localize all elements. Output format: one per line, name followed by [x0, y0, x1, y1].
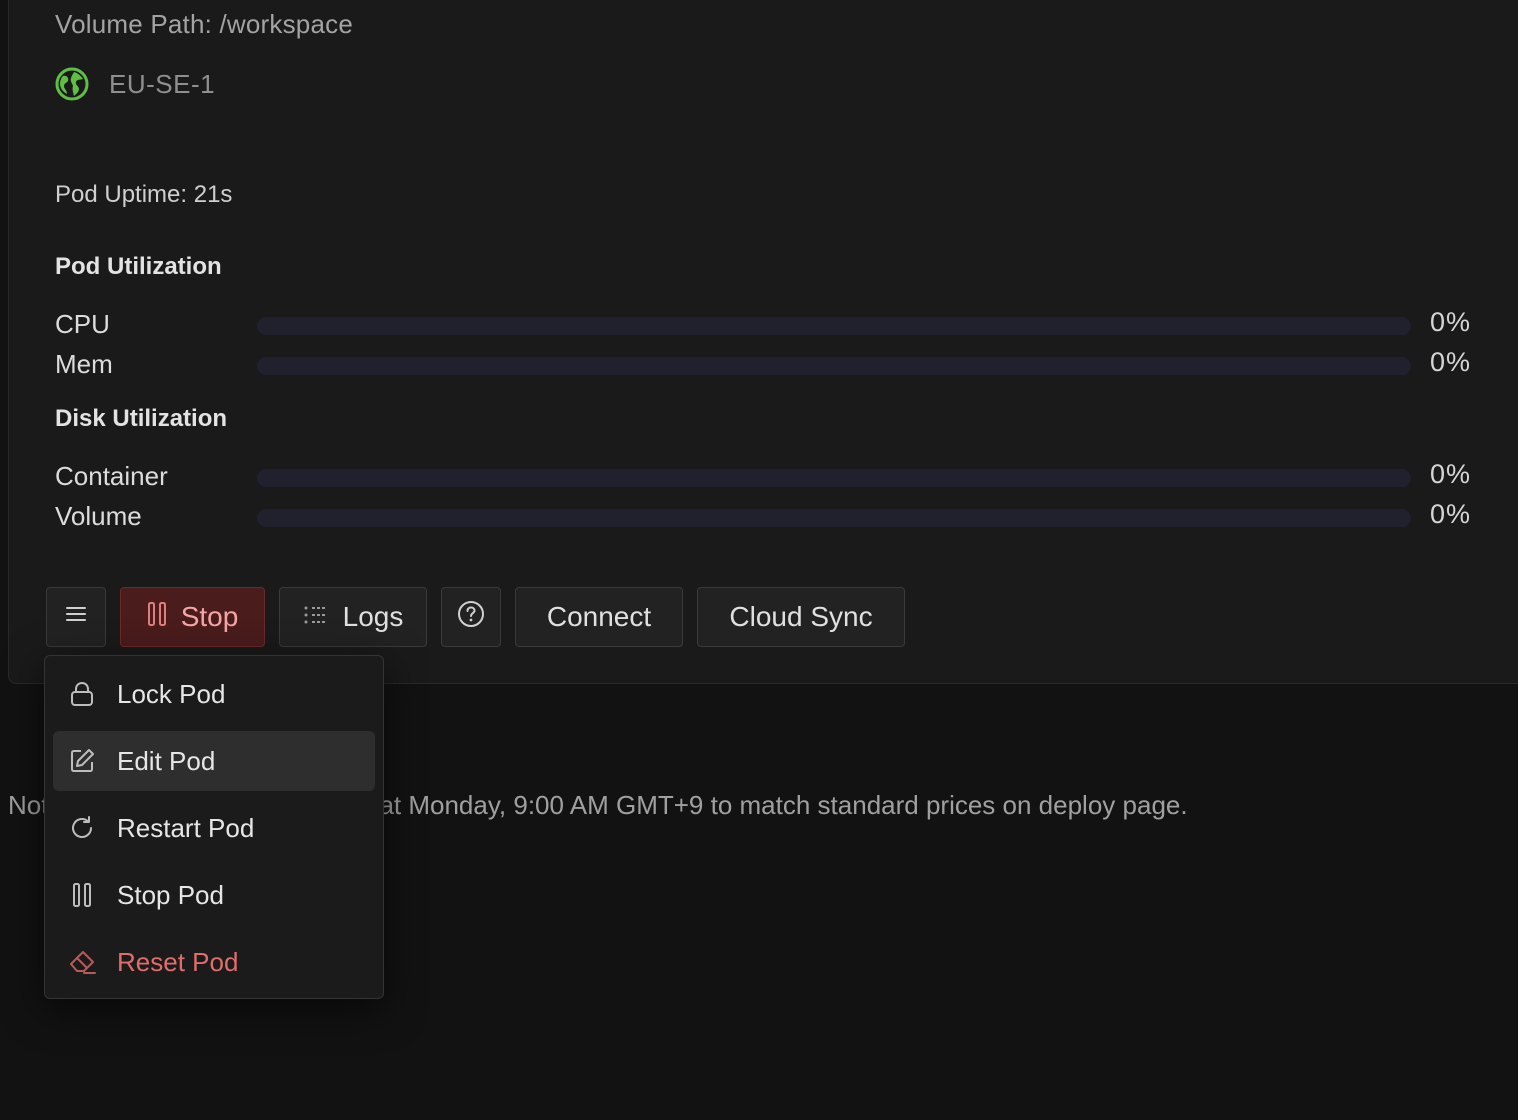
volume-metric: Volume 0% [55, 497, 1475, 537]
globe-icon [55, 67, 89, 101]
region-label: EU-SE-1 [109, 68, 216, 99]
menu-item-reset-pod[interactable]: Reset Pod [53, 932, 375, 992]
volume-path: Volume Path: /workspace [55, 9, 353, 39]
menu-item-lock-pod[interactable]: Lock Pod [53, 664, 375, 724]
container-label: Container [55, 461, 168, 491]
menu-item-label: Restart Pod [117, 812, 255, 843]
mem-label: Mem [55, 349, 113, 379]
volume-bar [257, 509, 1411, 527]
container-metric: Container 0% [55, 457, 1475, 497]
pod-uptime: Pod Uptime: 21s [55, 181, 233, 208]
pause-icon [67, 880, 97, 910]
menu-item-stop-pod[interactable]: Stop Pod [53, 865, 375, 925]
connect-button[interactable]: Connect [515, 587, 683, 647]
mem-bar [257, 357, 1411, 375]
cpu-bar [257, 317, 1411, 335]
restart-icon [67, 813, 97, 843]
menu-item-edit-pod[interactable]: Edit Pod [53, 731, 375, 791]
menu-item-label: Edit Pod [117, 745, 216, 776]
cloud-sync-button[interactable]: Cloud Sync [697, 587, 905, 647]
menu-item-label: Reset Pod [117, 946, 239, 977]
lock-icon [67, 679, 97, 709]
pod-toolbar: Stop Logs Connect Cloud Sync [46, 587, 919, 647]
volume-value: 0% [1429, 499, 1471, 529]
menu-item-label: Lock Pod [117, 678, 226, 709]
list-icon [303, 601, 329, 633]
eraser-icon [67, 947, 97, 977]
region: EU-SE-1 [55, 67, 215, 101]
disk-utilization-title: Disk Utilization [55, 405, 228, 432]
cpu-metric: CPU 0% [55, 305, 1475, 345]
volume-label: Volume [55, 501, 142, 531]
pod-card: Volume Path: /workspace EU-SE-1 Pod Upti… [8, 0, 1518, 684]
container-bar [257, 469, 1411, 487]
logs-button[interactable]: Logs [279, 587, 427, 647]
help-icon [457, 600, 485, 635]
menu-item-restart-pod[interactable]: Restart Pod [53, 798, 375, 858]
pod-utilization-title: Pod Utilization [55, 253, 222, 280]
menu-item-label: Stop Pod [117, 879, 224, 910]
pod-actions-menu: Lock Pod Edit Pod Restart Pod Stop Pod R… [44, 655, 384, 999]
pause-icon [147, 601, 167, 634]
hamburger-icon [64, 601, 88, 633]
note-text: ed weekly at Monday, 9:00 AM GMT+9 to ma… [256, 790, 1188, 820]
stop-button[interactable]: Stop [120, 587, 265, 647]
stop-label: Stop [180, 601, 239, 632]
logs-label: Logs [342, 601, 404, 632]
note-prefix: Not [8, 790, 49, 820]
mem-value: 0% [1429, 347, 1471, 377]
help-button[interactable] [441, 587, 501, 647]
menu-button[interactable] [46, 587, 106, 647]
mem-metric: Mem 0% [55, 345, 1475, 385]
cpu-label: CPU [55, 309, 110, 339]
container-value: 0% [1429, 459, 1471, 489]
cpu-value: 0% [1429, 307, 1471, 337]
edit-icon [67, 746, 97, 776]
